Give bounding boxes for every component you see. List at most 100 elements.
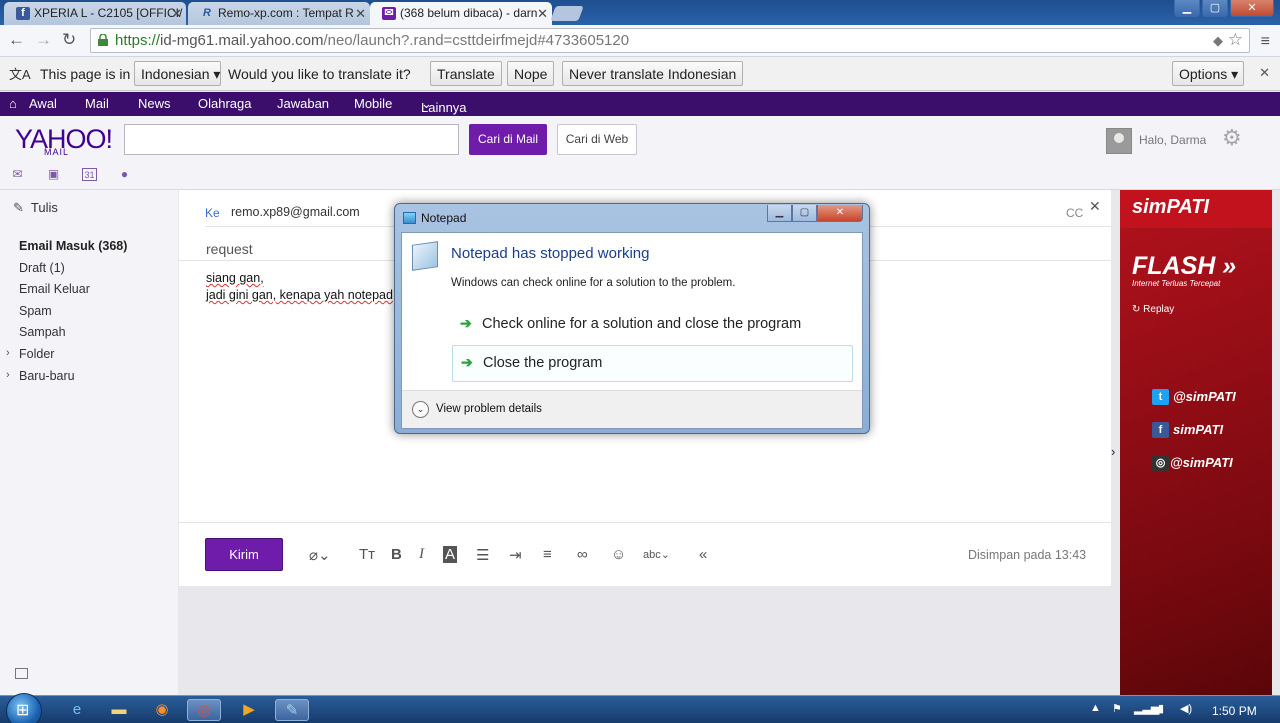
battery-icon[interactable]: ▮ [1158,702,1164,715]
options-button[interactable]: Options ▾ [1172,61,1244,86]
ie-icon[interactable]: e [60,699,94,721]
notepad-error-dialog: Notepad ▁ ▢ ✕ Notepad has stopped workin… [394,203,870,434]
tab-label: (368 belum dibaca) - darn [400,6,538,20]
emoji-icon[interactable]: ☺ [611,546,626,563]
compose-button[interactable]: ✎ Tulis [13,200,58,216]
url-input[interactable]: https://id-mg61.mail.yahoo.com/neo/launc… [90,28,1250,53]
nav-awal[interactable]: Awal [29,96,57,111]
nope-button[interactable]: Nope [507,61,555,86]
chevron-right-icon[interactable]: › [6,369,10,381]
menu-icon[interactable]: ≡ [1261,33,1270,51]
folder-spam[interactable]: Spam [19,304,52,318]
tab-close-icon[interactable]: ✕ [171,6,182,22]
ad-twitter: @simPATI [1173,389,1236,404]
tab-mail[interactable]: ✉ (368 belum dibaca) - darn ✕ [370,2,552,25]
folder-icon[interactable]: ▬ [102,699,136,721]
close-icon[interactable]: ✕ [817,205,863,222]
ad-replay[interactable]: ↻ Replay [1132,304,1174,315]
signal-icon[interactable]: ▂▃▅ [1134,702,1159,715]
image-icon[interactable] [15,668,28,679]
align-icon[interactable]: ≡ [543,546,552,563]
ad-banner[interactable]: simPATI FLASH » Internet Terluas Tercepa… [1120,190,1272,695]
chevron-right-icon[interactable]: › [1111,444,1115,459]
start-button[interactable] [6,693,42,723]
font-color-icon[interactable]: A [443,546,458,563]
notepad-app-icon[interactable]: ● [117,168,132,181]
pencil-icon: ✎ [13,200,24,215]
font-size-icon[interactable]: Tт [359,546,375,563]
bullet-list-icon[interactable]: ☰ [476,546,489,564]
subject-field[interactable]: request [206,241,253,257]
greeting[interactable]: Halo, Darma [1139,133,1206,147]
nav-lainnya[interactable]: Lainnya ⌄ [421,96,467,115]
notepad-taskbar-icon[interactable]: ✎ [275,699,309,721]
gear-icon[interactable]: ⚙ [1222,125,1242,151]
close-draft-icon[interactable]: ✕ [1089,198,1101,215]
language-select[interactable]: Indonesian ▾ [134,61,221,86]
nav-news[interactable]: News [138,96,171,111]
cc-button[interactable]: CC [1066,206,1083,220]
close-program-option[interactable]: ➔ Close the program [452,345,853,382]
tab-remo[interactable]: R Remo-xp.com : Tempat R ✕ [188,2,370,25]
tab-close-icon[interactable]: ✕ [355,6,366,22]
search-input[interactable] [124,124,459,155]
avatar[interactable] [1106,128,1132,154]
tab-xperia[interactable]: f XPERIA L - C2105 [OFFICI/ ✕ [4,2,186,25]
italic-icon[interactable]: I [419,546,424,563]
folder-folder[interactable]: Folder [19,347,54,361]
contacts-icon[interactable]: ▣ [46,168,61,181]
close-icon[interactable]: ✕ [1259,65,1270,81]
folder-inbox[interactable]: Email Masuk (368) [19,239,127,253]
media-player-icon[interactable]: ▶ [232,699,266,721]
folder-recent[interactable]: Baru-baru [19,369,75,383]
forward-icon[interactable]: → [35,30,52,50]
flag-icon[interactable]: ⚑ [1112,702,1122,715]
minimize-icon[interactable]: ▁ [1174,0,1200,17]
collapse-icon[interactable]: « [699,546,707,563]
volume-icon[interactable]: ◀) [1180,702,1192,715]
folder-sent[interactable]: Email Keluar [19,282,90,296]
new-tab-button[interactable] [550,6,584,21]
attach-icon[interactable]: ⌀⌄ [309,546,331,564]
never-translate-button[interactable]: Never translate Indonesian [562,61,744,86]
chevron-right-icon[interactable]: › [6,347,10,359]
clock[interactable]: 1:50 PM [1212,704,1257,718]
scrollbar[interactable] [1272,190,1280,695]
reload-icon[interactable]: ↻ [62,30,76,50]
close-icon[interactable]: ✕ [1230,0,1274,17]
nav-olahraga[interactable]: Olahraga [198,96,251,111]
maximize-icon[interactable]: ▢ [1202,0,1228,17]
nav-mobile[interactable]: Mobile [354,96,392,111]
search-web-button[interactable]: Cari di Web [557,124,637,155]
nav-mail[interactable]: Mail [85,96,109,111]
minimize-icon[interactable]: ▁ [767,205,792,222]
mail-icon[interactable]: ✉ [10,168,25,181]
check-online-option[interactable]: ➔ Check online for a solution and close … [452,307,853,344]
send-button[interactable]: Kirim [205,538,283,571]
tab-close-icon[interactable]: ✕ [537,6,548,22]
indent-icon[interactable]: ⇥ [509,546,522,564]
spellcheck-icon[interactable]: abc⌄ [643,548,670,561]
to-value[interactable]: remo.xp89@gmail.com [231,205,360,219]
arrow-right-icon: ➔ [460,315,472,331]
bookmark-star-icon[interactable]: ☆ [1228,30,1243,50]
nav-jawaban[interactable]: Jawaban [277,96,329,111]
chevron-down-icon[interactable]: ⌄ [412,401,429,418]
back-icon[interactable]: ← [8,30,25,50]
chrome-icon[interactable]: ◎ [187,699,221,721]
body-line[interactable]: siang gan, [206,271,264,285]
calendar-icon[interactable]: 31 [82,168,97,181]
view-details-link[interactable]: View problem details [436,403,542,415]
bold-icon[interactable]: B [391,546,402,563]
folder-draft[interactable]: Draft (1) [19,261,65,275]
link-icon[interactable]: ∞ [577,546,588,563]
body-line[interactable]: jadi gini gan, kenapa yah notepad [206,288,393,302]
folder-trash[interactable]: Sampah [19,325,66,339]
maximize-icon[interactable]: ▢ [792,205,817,222]
translate-button[interactable]: Translate [430,61,502,86]
firefox-icon[interactable]: ◉ [145,699,179,721]
search-mail-button[interactable]: Cari di Mail [469,124,547,155]
translate-icon[interactable]: ◆ [1213,33,1223,49]
tray-arrow-icon[interactable]: ▲ [1090,702,1101,714]
home-icon[interactable]: ⌂ [9,96,17,111]
